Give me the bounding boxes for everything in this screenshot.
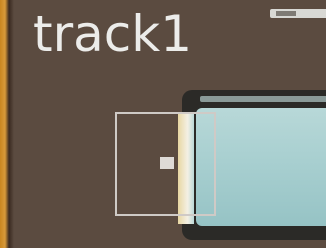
clip-header <box>200 96 326 102</box>
track-color-bar <box>0 0 14 248</box>
track-panel: track1 <box>0 0 326 248</box>
track-name-label[interactable]: track1 <box>33 2 192 66</box>
scrollbar-thumb[interactable] <box>270 9 326 18</box>
square-handle-icon[interactable] <box>160 157 174 169</box>
